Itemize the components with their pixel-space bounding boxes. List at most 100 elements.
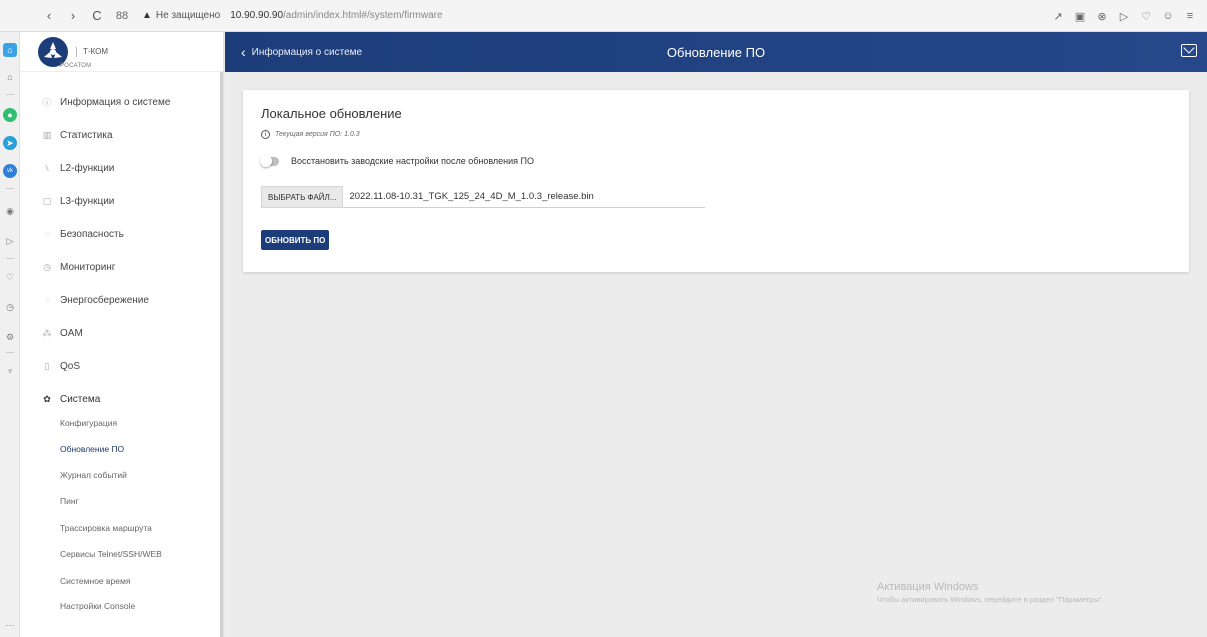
current-version-text: Текущая версия ПО: 1.0.3 xyxy=(275,131,360,138)
sidebar-item-label: OAM xyxy=(60,327,83,339)
adblock-icon[interactable]: ⊗ xyxy=(1095,10,1109,23)
sidebar-subitem-traceroute[interactable]: Трассировка маршрута xyxy=(20,519,223,537)
sidebar-item-l2[interactable]: ⑊ L2-функции xyxy=(20,158,223,178)
toggle-knob xyxy=(260,154,272,167)
divider xyxy=(6,258,14,259)
history-icon[interactable]: ◷ xyxy=(3,300,17,314)
music-icon[interactable]: ◉ xyxy=(3,204,17,218)
factory-reset-toggle[interactable] xyxy=(260,154,279,167)
security-warning[interactable]: ▲ Не защищено xyxy=(142,10,220,21)
sidebar-subitem-ping[interactable]: Пинг xyxy=(20,492,223,510)
factory-reset-toggle-row: Восстановить заводские настройки после о… xyxy=(260,154,535,167)
page-header: ‹ Информация о системе Обновление ПО xyxy=(225,32,1207,72)
qos-icon: ▯ xyxy=(44,360,50,371)
sidebar-item-system[interactable]: ✿ Система xyxy=(20,389,223,409)
sidebar-item-label: QoS xyxy=(60,360,81,372)
card-title: Локальное обновление xyxy=(261,106,402,121)
url-host: 10.90.90.90 xyxy=(230,10,284,21)
heart-icon[interactable]: ♡ xyxy=(3,270,17,284)
favorites-icon[interactable]: ♡ xyxy=(1139,10,1153,23)
logo-line1: Т-КОМ xyxy=(83,46,109,56)
bar-chart-icon: ▥ xyxy=(42,129,52,140)
info-icon: i xyxy=(261,130,270,139)
url-path: /admin/index.html#/system/firmware xyxy=(283,10,443,21)
vk-icon[interactable]: vk xyxy=(3,164,17,178)
factory-reset-label: Восстановить заводские настройки после о… xyxy=(291,156,535,166)
divider xyxy=(6,352,14,353)
share-icon[interactable]: ↗ xyxy=(1051,10,1065,23)
sidebar-item-security[interactable]: ◌ Безопасность xyxy=(20,224,223,244)
home-icon[interactable]: ⌂ xyxy=(3,43,17,57)
sidebar-item-label: L3-функции xyxy=(60,195,115,207)
back-link[interactable]: ‹ Информация о системе xyxy=(241,44,362,60)
sidebar-subitem-event-log[interactable]: Журнал событий xyxy=(20,466,223,484)
address-bar[interactable]: 10.90.90.90/admin/index.html#/system/fir… xyxy=(230,10,442,21)
sidebar-item-system-info[interactable]: ⓘ Информация о системе xyxy=(20,92,223,112)
switch-icon: ⑊ xyxy=(44,163,50,173)
page-title: Обновление ПО xyxy=(666,44,766,60)
divider xyxy=(6,94,14,95)
browser-toolbar: ‹ › C 88 ▲ Не защищено 10.90.90.90/admin… xyxy=(0,0,1207,32)
browser-right-icons: ↗ ▣ ⊗ ▷ ♡ ☺ ≡ xyxy=(1051,0,1197,32)
forward-arrow-icon[interactable]: › xyxy=(64,8,82,23)
back-link-label: Информация о системе xyxy=(251,46,363,58)
mail-icon[interactable] xyxy=(1181,44,1197,57)
current-version: i Текущая версия ПО: 1.0.3 xyxy=(261,130,360,139)
sidebar-scrollbar[interactable] xyxy=(220,72,223,637)
clock-icon: ◷ xyxy=(43,261,51,272)
selected-file-name[interactable]: 2022.11.08-10.31_TGK_125_24_4D_M_1.0.3_r… xyxy=(343,186,706,208)
sidebar-subitem-system-time[interactable]: Системное время xyxy=(20,572,223,590)
sidebar-subitem-configuration[interactable]: Конфигурация xyxy=(20,414,223,432)
telegram-icon[interactable]: ➤ xyxy=(3,136,17,150)
choose-file-button[interactable]: ВЫБРАТЬ ФАЙЛ... xyxy=(261,186,344,208)
file-picker: ВЫБРАТЬ ФАЙЛ... 2022.11.08-10.31_TGK_125… xyxy=(261,186,706,208)
speed-dial-icon[interactable]: 88 xyxy=(112,10,132,22)
watermark-title: Активация Windows xyxy=(877,581,979,593)
sidebar-item-qos[interactable]: ▯ QoS xyxy=(20,356,223,376)
sidebar-item-label: Статистика xyxy=(60,129,113,141)
sidebar-item-l3[interactable]: ▢ L3-функции xyxy=(20,191,223,211)
router-icon: ▢ xyxy=(42,195,52,206)
logo-line2: РОСАТОМ xyxy=(60,62,92,69)
profile-icon[interactable]: ☺ xyxy=(1161,10,1175,22)
snapshot-icon[interactable]: ▣ xyxy=(1073,10,1087,23)
settings-icon[interactable]: ⚙ xyxy=(3,330,17,344)
sidebar-subitem-firmware-update[interactable]: Обновление ПО xyxy=(20,440,223,458)
reload-icon[interactable]: C xyxy=(88,8,106,23)
oam-icon: ⁂ xyxy=(42,327,52,338)
more-icon[interactable]: ··· xyxy=(3,618,17,632)
shield-icon: ◌ xyxy=(44,229,50,239)
gear-icon: ✿ xyxy=(43,393,51,404)
back-arrow-icon[interactable]: ‹ xyxy=(40,8,58,23)
sidebar-item-label: Система xyxy=(60,393,101,405)
sidebar-item-label: L2-функции xyxy=(60,162,115,174)
sidebar-subitem-services[interactable]: Сервисы Telnet/SSH/WEB xyxy=(20,545,223,563)
bookmarks-icon[interactable]: ⌂ xyxy=(3,70,17,84)
security-warning-text: Не защищено xyxy=(155,10,221,21)
windows-activation-watermark: Активация Windows Чтобы активировать Win… xyxy=(877,581,1104,604)
browser-sidebar: ⌂ ⌂ ● ➤ vk ◉ ▷ ♡ ◷ ⚙ ♆ ··· xyxy=(0,32,20,637)
player-icon[interactable]: ▷ xyxy=(1117,10,1131,23)
player-sidebar-icon[interactable]: ▷ xyxy=(3,234,17,248)
logo[interactable]: Т-КОМ РОСАТОМ xyxy=(20,32,223,72)
sidebar-item-oam[interactable]: ⁂ OAM xyxy=(20,323,223,343)
sidebar-item-statistics[interactable]: ▥ Статистика xyxy=(20,125,223,145)
info-icon: ⓘ xyxy=(42,97,52,108)
watermark-text: Чтобы активировать Windows, перейдите в … xyxy=(877,595,1104,604)
divider xyxy=(6,188,14,189)
sidebar-subitem-console-settings[interactable]: Настройки Console xyxy=(20,597,223,615)
local-update-card: Локальное обновление i Текущая версия ПО… xyxy=(243,90,1189,272)
pin-icon[interactable]: ♆ xyxy=(3,364,17,378)
sidebar-item-label: Безопасность xyxy=(60,228,124,240)
whatsapp-icon[interactable]: ● xyxy=(3,108,17,122)
sidebar-item-label: Энергосбережение xyxy=(60,294,149,306)
chevron-left-icon: ‹ xyxy=(241,44,246,60)
sidebar-item-energy[interactable]: ◌ Энергосбережение xyxy=(20,290,223,310)
main-content: Локальное обновление i Текущая версия ПО… xyxy=(225,72,1207,637)
logo-text: Т-КОМ РОСАТОМ xyxy=(60,46,109,69)
update-firmware-button[interactable]: ОБНОВИТЬ ПО xyxy=(261,230,330,250)
sidebar-item-monitoring[interactable]: ◷ Мониторинг xyxy=(20,257,223,277)
sidebar-item-label: Мониторинг xyxy=(60,261,116,273)
app-sidebar: Т-КОМ РОСАТОМ ⓘ Информация о системе ▥ С… xyxy=(20,32,224,637)
menu-icon[interactable]: ≡ xyxy=(1183,10,1197,22)
